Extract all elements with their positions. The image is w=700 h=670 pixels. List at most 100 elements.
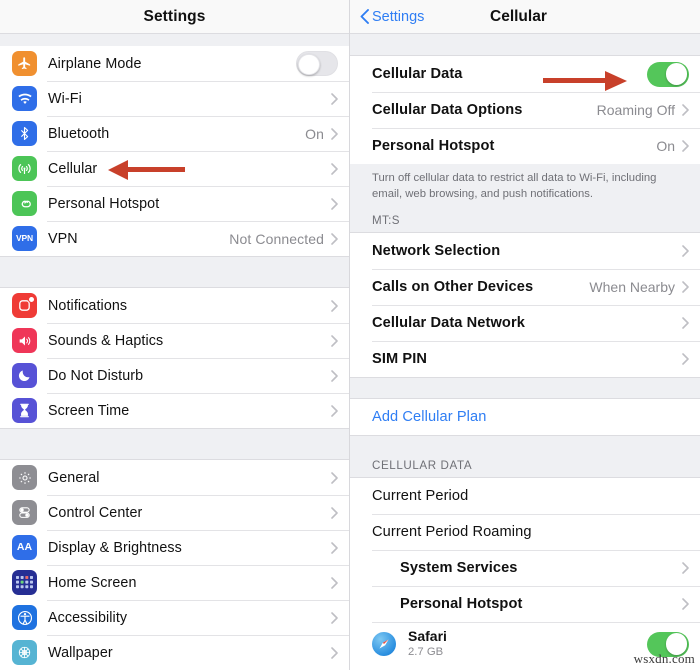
row-cellular-data-options[interactable]: Cellular Data Options Roaming Off xyxy=(350,92,700,128)
row-current-period[interactable]: Current Period xyxy=(350,478,700,515)
home-screen-icon xyxy=(12,570,37,595)
row-label: Personal Hotspot xyxy=(372,138,495,154)
sidebar-item-label: Accessibility xyxy=(48,609,128,626)
sidebar-item-airplane-mode[interactable]: Airplane Mode xyxy=(0,46,349,81)
cellular-data-section-header: CELLULAR DATA xyxy=(350,451,700,479)
cellular-icon xyxy=(12,156,37,181)
sidebar-item-screen-time[interactable]: Screen Time xyxy=(0,393,349,428)
carrier-settings-group: Network Selection Calls on Other Devices… xyxy=(350,233,700,378)
detail-page-title: Cellular xyxy=(490,7,547,25)
cellular-usage-group: Current Period Current Period Roaming Sy… xyxy=(350,478,700,667)
sidebar-item-label: Control Center xyxy=(48,504,143,521)
vpn-icon: VPN xyxy=(12,226,37,251)
row-current-period-roaming[interactable]: Current Period Roaming xyxy=(350,514,700,551)
sidebar-item-control-center[interactable]: Control Center xyxy=(0,495,349,530)
sidebar-item-general[interactable]: General xyxy=(0,460,349,495)
back-label: Settings xyxy=(372,8,425,25)
sidebar-item-label: Sounds & Haptics xyxy=(48,332,164,349)
cellular-data-group: Cellular Data Cellular Data Options Roam… xyxy=(350,56,700,164)
sidebar-item-bluetooth[interactable]: Bluetooth On xyxy=(0,116,349,151)
group-gap xyxy=(0,256,349,288)
wifi-icon xyxy=(12,86,37,111)
cellular-detail-pane: Settings Cellular Cellular Data Cellular… xyxy=(350,0,700,670)
hotspot-icon xyxy=(12,191,37,216)
sidebar-item-label: Bluetooth xyxy=(48,125,110,142)
sidebar-item-label: Notifications xyxy=(48,297,128,314)
sidebar-item-notifications[interactable]: Notifications xyxy=(0,288,349,323)
chevron-right-icon xyxy=(331,299,338,312)
chevron-right-icon xyxy=(331,232,338,245)
group-gap xyxy=(350,34,700,56)
gear-icon xyxy=(12,465,37,490)
row-calls-on-other-devices[interactable]: Calls on Other Devices When Nearby xyxy=(350,269,700,306)
chevron-right-icon xyxy=(682,598,689,610)
app-info: Safari 2.7 GB xyxy=(408,628,647,660)
chevron-right-icon xyxy=(331,92,338,105)
safari-icon xyxy=(372,632,396,657)
group-gap xyxy=(0,428,349,460)
sidebar-item-label: Display & Brightness xyxy=(48,539,182,556)
carrier-section-header: MT:S xyxy=(350,206,700,234)
chevron-right-icon xyxy=(682,317,689,329)
sidebar-item-cellular[interactable]: Cellular xyxy=(0,151,349,186)
group-gap xyxy=(350,377,700,400)
chevron-right-icon xyxy=(331,334,338,347)
sidebar-item-display-brightness[interactable]: AA Display & Brightness xyxy=(0,530,349,565)
sidebar-item-personal-hotspot[interactable]: Personal Hotspot xyxy=(0,186,349,221)
chevron-right-icon xyxy=(331,197,338,210)
settings-group-connectivity: Airplane Mode Wi-Fi Bluetooth On Cellula… xyxy=(0,46,349,256)
row-personal-hotspot-usage[interactable]: Personal Hotspot xyxy=(350,586,700,623)
sidebar-item-wallpaper[interactable]: Wallpaper xyxy=(0,635,349,670)
sidebar-item-label: General xyxy=(48,469,100,486)
chevron-right-icon xyxy=(682,281,689,293)
toggle-knob xyxy=(665,63,688,85)
safari-needle xyxy=(379,639,389,649)
sidebar-item-do-not-disturb[interactable]: Do Not Disturb xyxy=(0,358,349,393)
sidebar-item-label: Airplane Mode xyxy=(48,55,142,72)
row-network-selection[interactable]: Network Selection xyxy=(350,233,700,270)
chevron-right-icon xyxy=(682,104,689,116)
row-label: SIM PIN xyxy=(372,351,428,368)
cellular-data-footnote: Turn off cellular data to restrict all d… xyxy=(350,164,700,207)
right-navbar: Settings Cellular xyxy=(350,0,700,34)
airplane-mode-toggle[interactable] xyxy=(296,51,338,76)
sidebar-item-sounds-haptics[interactable]: Sounds & Haptics xyxy=(0,323,349,358)
chevron-right-icon xyxy=(331,127,338,140)
row-cellular-data[interactable]: Cellular Data xyxy=(350,56,700,92)
chevron-right-icon xyxy=(331,506,338,519)
sidebar-item-wifi[interactable]: Wi-Fi xyxy=(0,81,349,116)
sidebar-item-label: Wi-Fi xyxy=(48,90,82,107)
row-cellular-data-network[interactable]: Cellular Data Network xyxy=(350,305,700,342)
moon-icon xyxy=(12,363,37,388)
sidebar-item-accessibility[interactable]: Accessibility xyxy=(0,600,349,635)
sidebar-item-label: Do Not Disturb xyxy=(48,367,144,384)
sidebar-item-label: Screen Time xyxy=(48,402,130,419)
vpn-glyph: VPN xyxy=(16,233,33,244)
row-personal-hotspot[interactable]: Personal Hotspot On xyxy=(350,128,700,164)
row-value: On xyxy=(656,138,675,154)
sidebar-item-value: Not Connected xyxy=(229,230,324,247)
row-add-cellular-plan[interactable]: Add Cellular Plan xyxy=(350,399,700,436)
cellular-data-toggle[interactable] xyxy=(647,61,689,87)
settings-list-pane: Settings Airplane Mode Wi-Fi Bluetooth O… xyxy=(0,0,350,670)
row-value: When Nearby xyxy=(589,279,675,296)
sidebar-item-label: Cellular xyxy=(48,160,98,177)
add-cellular-plan-link: Add Cellular Plan xyxy=(372,409,487,426)
sidebar-item-vpn[interactable]: VPN VPN Not Connected xyxy=(0,221,349,256)
hourglass-icon xyxy=(12,398,37,423)
row-label: Calls on Other Devices xyxy=(372,279,534,296)
chevron-right-icon xyxy=(331,646,338,659)
chevron-right-icon xyxy=(331,369,338,382)
sidebar-item-value: On xyxy=(305,125,324,142)
app-name: Safari xyxy=(408,627,447,644)
accessibility-icon xyxy=(12,605,37,630)
sidebar-item-home-screen[interactable]: Home Screen xyxy=(0,565,349,600)
row-label: Cellular Data Options xyxy=(372,102,523,118)
row-sim-pin[interactable]: SIM PIN xyxy=(350,341,700,378)
display-brightness-icon: AA xyxy=(12,535,37,560)
group-gap xyxy=(350,435,700,452)
toggle-knob xyxy=(298,53,320,76)
back-to-settings-button[interactable]: Settings xyxy=(360,9,424,25)
row-system-services[interactable]: System Services xyxy=(350,550,700,587)
wallpaper-icon xyxy=(12,640,37,665)
